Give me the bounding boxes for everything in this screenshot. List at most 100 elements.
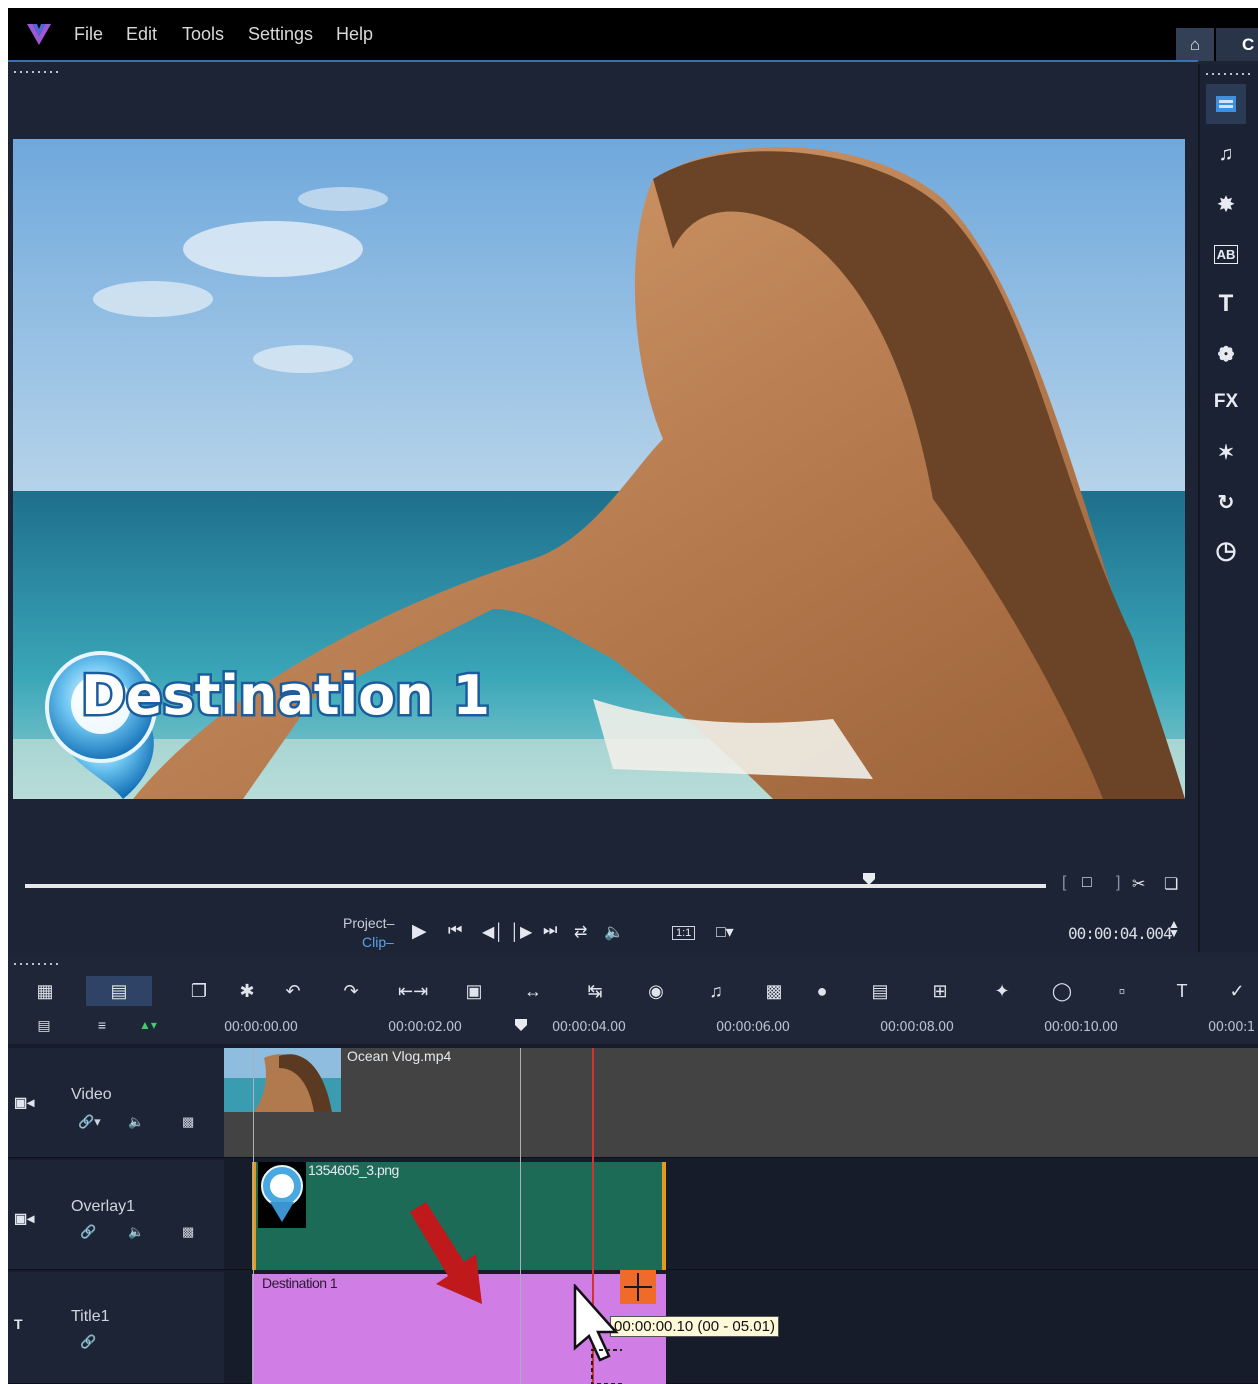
media-library-icon[interactable]	[1206, 84, 1246, 124]
track-lane-overlay[interactable]: 1354605_3.png	[224, 1160, 1258, 1270]
motion-tracking-icon[interactable]: ✦	[988, 976, 1016, 1006]
path-icon[interactable]: ↻	[1206, 482, 1246, 522]
edit-tools-icon[interactable]: ✱	[234, 976, 260, 1006]
ruler-label: 00:00:06.00	[716, 1020, 790, 1035]
duration-tooltip: 00:00:00.10 (00 - 05.01)	[610, 1316, 779, 1337]
timeline-grip[interactable]	[12, 962, 62, 966]
3d-title-icon[interactable]: T	[1166, 976, 1198, 1006]
menu-bar: File Edit Tools Settings Help ⌂ C	[8, 8, 1258, 61]
mute-icon[interactable]: 🔈	[128, 1224, 144, 1240]
chapter-cue-icon[interactable]: ≡	[88, 1014, 116, 1036]
mask-creator-icon[interactable]: ●	[808, 976, 836, 1006]
next-frame-icon[interactable]: │▶	[510, 922, 532, 942]
home-button[interactable]: ⌂	[1176, 28, 1214, 61]
home-icon: ⌂	[1189, 35, 1201, 54]
track-name: Video	[71, 1086, 112, 1103]
copy-clip-icon[interactable]: ❐	[186, 976, 212, 1006]
aspect-ratio-button[interactable]: 1:1	[672, 926, 696, 940]
app-logo	[27, 24, 51, 45]
title-track-icon: T	[14, 1316, 23, 1332]
split-screen-icon[interactable]: ⊞	[926, 976, 954, 1006]
stop-motion-icon[interactable]: ▫	[1108, 976, 1136, 1006]
audio-mixer-icon[interactable]: ♫	[702, 976, 730, 1006]
ruler-label: 00:00:02.00	[388, 1020, 462, 1035]
mute-icon[interactable]: 🔈	[128, 1114, 144, 1130]
link-icon[interactable]: 🔗	[80, 1224, 96, 1240]
menu-settings[interactable]: Settings	[248, 24, 313, 45]
menu-file[interactable]: File	[74, 24, 103, 45]
clip-name: 1354605_3.png	[308, 1162, 399, 1178]
mark-out-bracket[interactable]: ]	[1116, 874, 1120, 892]
timeline-view-icon[interactable]: ▤	[86, 976, 152, 1006]
panel-grip[interactable]	[12, 70, 62, 74]
sidebar-grip[interactable]	[1204, 72, 1250, 76]
trim-icon[interactable]: □	[1082, 874, 1092, 892]
ruler-playhead-marker[interactable]	[514, 1018, 528, 1032]
timeline-toolbar: ▦ ▤ ❐ ✱ ↶ ↷ ⇤⇥ ▣ ↔ ↹ ◉ ♫ ▩ ● ▤ ⊞ ✦ ◯ ▫ T…	[8, 956, 1258, 1044]
graphics-icon[interactable]: ❁	[1206, 334, 1246, 374]
clip-mode-toggle[interactable]: Clip–	[362, 934, 394, 950]
project-mode-toggle[interactable]: Project–	[343, 915, 394, 931]
volume-icon[interactable]: 🔈	[604, 922, 624, 942]
player-panel: Destination 1 [ □ ] ✂ ❏ Project– Clip– ▶…	[8, 62, 1196, 955]
add-trim-marker-icon[interactable]	[620, 1270, 656, 1304]
track-header-video[interactable]: ▣◂ Video 🔗▾ 🔈 ▩	[8, 1048, 224, 1158]
title-icon[interactable]: T	[1206, 284, 1246, 324]
speed-icon[interactable]: ◷	[1206, 530, 1246, 570]
subtitle-editor-icon[interactable]: ▤	[866, 976, 894, 1006]
menu-help[interactable]: Help	[336, 24, 373, 45]
mark-in-bracket[interactable]: [	[1062, 874, 1066, 892]
menu-tools[interactable]: Tools	[182, 24, 224, 45]
fit-project-icon[interactable]: ⇤⇥	[398, 976, 428, 1006]
annotation-arrow-icon	[410, 1202, 482, 1304]
go-to-end-icon[interactable]: ⏭	[543, 922, 557, 940]
previous-frame-icon[interactable]: ◀│	[482, 922, 504, 942]
zoom-clip-icon[interactable]: ▣	[460, 976, 488, 1006]
timecode-stepper-icon[interactable]: ▲ ▼	[1168, 918, 1180, 939]
more-tools-icon[interactable]: ✓	[1222, 976, 1252, 1006]
scrubber-handle[interactable]	[862, 872, 876, 886]
track-name: Overlay1	[71, 1198, 136, 1215]
track-manager-icon[interactable]: ▤	[30, 1014, 58, 1036]
repeat-icon[interactable]: ⇄	[574, 922, 587, 942]
color-grading-icon[interactable]: ◉	[642, 976, 670, 1006]
clip-name: Destination 1	[262, 1275, 338, 1291]
ripple-edit-icon[interactable]: ↔	[518, 976, 548, 1006]
enlarge-preview-icon[interactable]: ❏	[1164, 874, 1178, 894]
scrub-bar[interactable]	[25, 884, 1046, 888]
add-marker-icon[interactable]: ▲▾	[134, 1014, 162, 1036]
effects-icon[interactable]: ✶	[1206, 432, 1246, 472]
ruler-label: 00:00:10.00	[1044, 1020, 1118, 1035]
filter-icon[interactable]: FX	[1206, 382, 1246, 422]
track-name: Title1	[71, 1308, 110, 1325]
undo-icon[interactable]: ↶	[280, 976, 306, 1006]
trim-mode-icon[interactable]: ↹	[580, 976, 610, 1006]
multi-camera-icon[interactable]: ▩	[760, 976, 788, 1006]
link-icon[interactable]: 🔗	[80, 1334, 96, 1350]
time-ruler[interactable]: 00:00:00.00 00:00:02.00 00:00:04.00 00:0…	[224, 1006, 1258, 1044]
pan-zoom-icon[interactable]: ◯	[1048, 976, 1076, 1006]
play-icon[interactable]: ▶	[412, 920, 427, 943]
track-lane-video[interactable]: Ocean Vlog.mp4	[224, 1048, 1258, 1158]
ripple-icon[interactable]: ▩	[182, 1224, 194, 1240]
timecode-display[interactable]: 00:00:04.004	[1068, 924, 1173, 943]
video-clip-thumbnail[interactable]	[224, 1048, 341, 1112]
menu-edit[interactable]: Edit	[126, 24, 157, 45]
music-icon[interactable]: ♫	[1206, 134, 1246, 174]
redo-icon[interactable]: ↷	[338, 976, 364, 1006]
instant-project-icon[interactable]: ✸	[1206, 184, 1246, 224]
overlay-title: Destination 1	[81, 664, 490, 727]
link-icon[interactable]: 🔗▾	[78, 1114, 101, 1130]
ripple-icon[interactable]: ▩	[182, 1114, 194, 1130]
ruler-label: 00:00:08.00	[880, 1020, 954, 1035]
video-preview[interactable]: Destination 1	[13, 139, 1185, 799]
capture-tab[interactable]: C	[1216, 28, 1258, 61]
track-header-title[interactable]: T Title1 🔗	[8, 1272, 224, 1384]
track-header-overlay[interactable]: ▣◂ Overlay1 🔗 🔈 ▩	[8, 1160, 224, 1270]
transition-icon[interactable]: AB	[1206, 234, 1246, 274]
preview-size-icon[interactable]: □▾	[716, 922, 734, 942]
library-sidebar: ♫ ✸ AB T ❁ FX ✶ ↻ ◷	[1198, 64, 1258, 952]
go-to-start-icon[interactable]: ⏮	[448, 922, 462, 940]
storyboard-view-icon[interactable]: ▦	[30, 976, 60, 1006]
split-clip-icon[interactable]: ✂	[1132, 874, 1145, 894]
